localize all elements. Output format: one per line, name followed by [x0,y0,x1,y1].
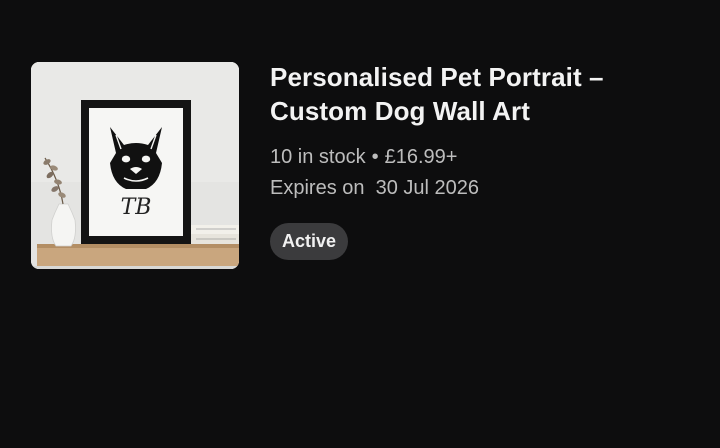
listing-title[interactable]: Personalised Pet Portrait – Custom Dog W… [270,60,690,128]
listing-price: £16.99+ [384,146,458,168]
expires-date: 30 Jul 2026 [375,177,480,199]
frame-initials: TB [121,195,152,220]
bullet-separator: • [371,146,379,168]
listing-meta: 10 in stock • £16.99+ Expires on 30 Jul 20… [270,142,690,204]
framed-dog-portrait-photo-icon: TB [31,62,239,269]
stock-price-line: 10 in stock • £16.99+ [270,142,690,173]
expiry-line: Expires on 30 Jul 2026 [270,173,690,204]
listing-title-line-2: Custom Dog Wall Art [270,96,530,126]
status-badge: Active [270,223,349,260]
stock-count: 10 in stock [270,146,366,168]
expires-label: Expires on [270,177,365,199]
listing-thumbnail[interactable]: TB [31,62,239,269]
listing-card[interactable]: TB Personalised Pet Portrait – Custom Do… [0,0,720,448]
listing-info: Personalised Pet Portrait – Custom Dog W… [270,60,690,260]
listing-title-line-1: Personalised Pet Portrait – [270,62,604,92]
